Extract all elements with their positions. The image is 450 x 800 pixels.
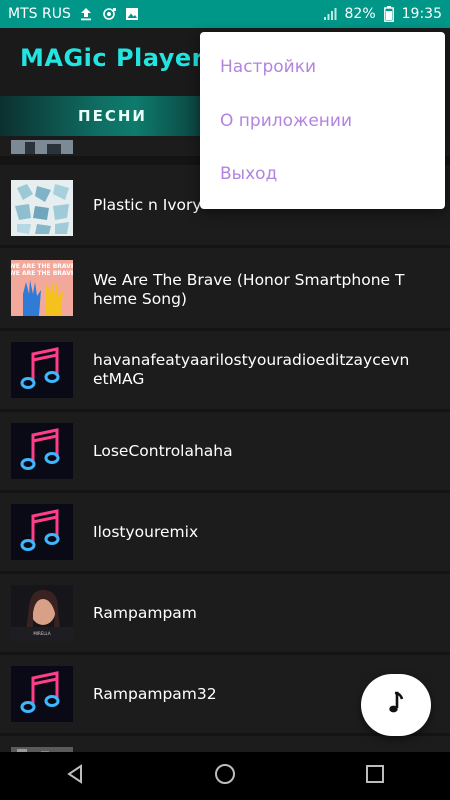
menu-item-about[interactable]: О приложении bbox=[220, 111, 352, 131]
album-art bbox=[11, 342, 73, 398]
svg-text:MIRELLA: MIRELLA bbox=[33, 631, 50, 636]
back-icon bbox=[64, 763, 86, 789]
status-bar: MTS RUS 82% 19:35 bbox=[0, 0, 450, 28]
battery-icon bbox=[383, 6, 394, 22]
tab-songs[interactable]: ПЕСНИ bbox=[0, 96, 225, 136]
song-title: LoseControlahaha bbox=[93, 442, 233, 460]
album-art bbox=[11, 666, 73, 722]
song-list[interactable]: Plastic n Ivory WE ARE THE BRAVE WE ARE … bbox=[0, 140, 450, 752]
overflow-menu: Настройки О приложении Выход bbox=[200, 32, 445, 209]
list-item[interactable]: WE ARE THE BRAVE WE ARE THE BRAVE We Are… bbox=[0, 248, 450, 328]
carrier-label: MTS RUS bbox=[8, 6, 71, 22]
song-title: We Are The Brave (Honor Smartphone Theme… bbox=[93, 271, 405, 308]
recents-icon bbox=[364, 763, 386, 789]
svg-text:WE ARE THE BRAVE: WE ARE THE BRAVE bbox=[11, 270, 73, 277]
recents-button[interactable] bbox=[345, 756, 405, 796]
navigation-bar bbox=[0, 752, 450, 800]
signal-icon bbox=[323, 7, 337, 21]
screen-record-icon bbox=[101, 7, 117, 21]
song-title: Ilostyouremix bbox=[93, 523, 199, 541]
music-note-icon bbox=[386, 691, 406, 719]
play-fab[interactable] bbox=[361, 674, 431, 736]
image-icon bbox=[125, 7, 139, 21]
battery-percent: 82% bbox=[344, 6, 376, 22]
list-item[interactable]: LoseControlahaha bbox=[0, 412, 450, 490]
album-art: MIRELLA bbox=[11, 585, 73, 641]
home-icon bbox=[213, 762, 237, 790]
song-title: Rampampam bbox=[93, 604, 197, 622]
list-item[interactable]: Ilostyouremix bbox=[0, 493, 450, 571]
album-art bbox=[11, 180, 73, 236]
album-art bbox=[11, 423, 73, 479]
album-art: WE ARE THE BRAVE WE ARE THE BRAVE bbox=[11, 260, 73, 316]
menu-item-settings[interactable]: Настройки bbox=[220, 57, 316, 77]
upload-icon bbox=[79, 7, 93, 21]
clock: 19:35 bbox=[401, 6, 442, 22]
back-button[interactable] bbox=[45, 756, 105, 796]
song-title: havanafeatyaarilostyouradioeditzaycevnet… bbox=[93, 351, 410, 388]
svg-text:WE ARE THE BRAVE: WE ARE THE BRAVE bbox=[11, 263, 73, 270]
menu-item-exit[interactable]: Выход bbox=[220, 164, 277, 184]
list-item[interactable] bbox=[0, 736, 450, 752]
list-item[interactable]: MIRELLA Rampampam bbox=[0, 574, 450, 652]
home-button[interactable] bbox=[195, 756, 255, 796]
album-art bbox=[11, 504, 73, 560]
album-art bbox=[11, 140, 73, 154]
app-title: MAGic Player bbox=[20, 44, 204, 72]
list-item[interactable]: havanafeatyaarilostyouradioeditzaycevnet… bbox=[0, 331, 450, 409]
